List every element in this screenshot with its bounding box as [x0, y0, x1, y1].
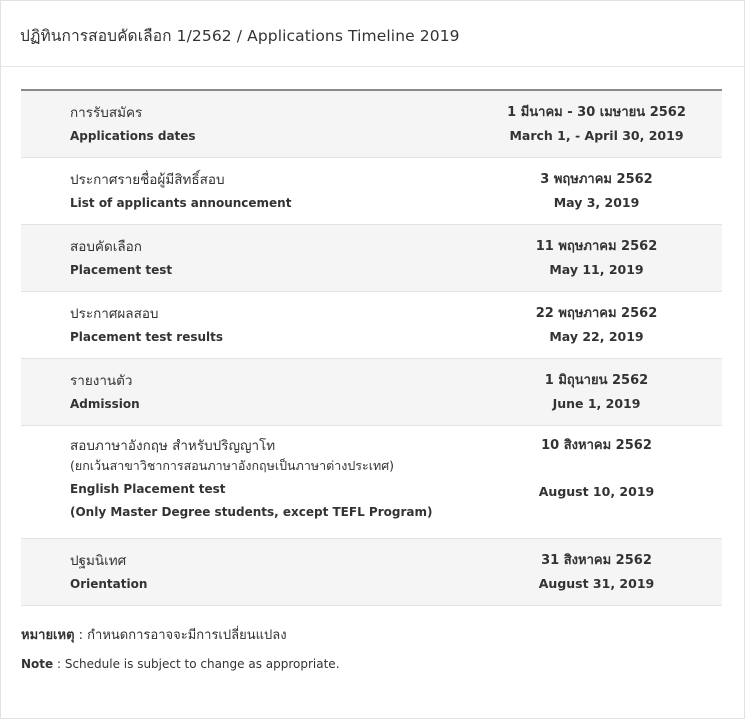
- date-en: May 22, 2019: [549, 329, 644, 344]
- timeline-table: การรับสมัคร Applications dates 1 มีนาคม …: [21, 89, 722, 606]
- date-th: 31 สิงหาคม 2562: [541, 553, 652, 568]
- note-label-th: หมายเหตุ: [21, 628, 75, 643]
- date-th: 10 สิงหาคม 2562: [541, 438, 652, 453]
- event-label-en: Orientation: [70, 577, 148, 591]
- date-th: 1 มีนาคม - 30 เมษายน 2562: [507, 105, 686, 120]
- notes: หมายเหตุ : กำหนดการอาจจะมีการเปลี่ยนแปลง…: [21, 627, 340, 673]
- event-note-en: (Only Master Degree students, except TEF…: [70, 505, 433, 519]
- event-cell: สอบคัดเลือก Placement test: [21, 237, 451, 280]
- timeline-row-orientation: ปฐมนิเทศ Orientation 31 สิงหาคม 2562 Aug…: [21, 539, 722, 606]
- note-english: Note : Schedule is subject to change as …: [21, 655, 340, 673]
- event-label-th: สอบคัดเลือก: [70, 239, 142, 255]
- note-text-en: : Schedule is subject to change as appro…: [53, 657, 340, 671]
- timeline-panel: ปฏิทินการสอบคัดเลือก 1/2562 / Applicatio…: [0, 0, 745, 719]
- date-cell: 11 พฤษภาคม 2562 May 11, 2019: [451, 237, 722, 280]
- event-cell: ประกาศผลสอบ Placement test results: [21, 304, 451, 347]
- event-label-th: ประกาศรายชื่อผู้มีสิทธิ์สอบ: [70, 172, 225, 188]
- date-en: May 11, 2019: [549, 262, 644, 277]
- date-en: May 3, 2019: [553, 195, 640, 210]
- timeline-row-admission: รายงานตัว Admission 1 มิถุนายน 2562 June…: [21, 359, 722, 426]
- date-th: 22 พฤษภาคม 2562: [535, 306, 658, 321]
- event-label-en: English Placement test: [70, 482, 226, 496]
- event-label-th: สอบภาษาอังกฤษ สำหรับปริญญาโท: [70, 438, 276, 454]
- event-label-th: รายงานตัว: [70, 373, 133, 389]
- note-text-th: : กำหนดการอาจจะมีการเปลี่ยนแปลง: [74, 628, 287, 643]
- timeline-row-applications: การรับสมัคร Applications dates 1 มีนาคม …: [21, 91, 722, 158]
- date-cell: 3 พฤษภาคม 2562 May 3, 2019: [451, 170, 722, 213]
- date-en: June 1, 2019: [552, 396, 641, 411]
- date-cell: 10 สิงหาคม 2562 August 10, 2019: [451, 436, 722, 502]
- date-en: August 10, 2019: [538, 484, 655, 499]
- event-label-th: ปฐมนิเทศ: [70, 553, 127, 569]
- event-cell: รายงานตัว Admission: [21, 371, 451, 414]
- date-cell: 31 สิงหาคม 2562 August 31, 2019: [451, 551, 722, 594]
- event-label-en: List of applicants announcement: [70, 196, 292, 210]
- event-cell: ประกาศรายชื่อผู้มีสิทธิ์สอบ List of appl…: [21, 170, 451, 213]
- panel-header: ปฏิทินการสอบคัดเลือก 1/2562 / Applicatio…: [1, 1, 744, 67]
- event-label-th: ประกาศผลสอบ: [70, 306, 159, 322]
- event-label-th: การรับสมัคร: [70, 105, 143, 121]
- timeline-row-applicants-list: ประกาศรายชื่อผู้มีสิทธิ์สอบ List of appl…: [21, 158, 722, 225]
- event-label-en: Admission: [70, 397, 140, 411]
- event-label-en: Placement test: [70, 263, 173, 277]
- date-en: March 1, - April 30, 2019: [509, 128, 684, 143]
- timeline-row-placement-test: สอบคัดเลือก Placement test 11 พฤษภาคม 25…: [21, 225, 722, 292]
- event-cell: การรับสมัคร Applications dates: [21, 103, 451, 146]
- event-cell: สอบภาษาอังกฤษ สำหรับปริญญาโท (ยกเว้นสาขา…: [21, 436, 451, 522]
- date-th: 11 พฤษภาคม 2562: [535, 239, 658, 254]
- timeline-row-test-results: ประกาศผลสอบ Placement test results 22 พฤ…: [21, 292, 722, 359]
- timeline-row-english-test: สอบภาษาอังกฤษ สำหรับปริญญาโท (ยกเว้นสาขา…: [21, 426, 722, 539]
- page-title: ปฏิทินการสอบคัดเลือก 1/2562 / Applicatio…: [20, 27, 460, 45]
- note-label-en: Note: [21, 657, 54, 671]
- event-note-th: (ยกเว้นสาขาวิชาการสอนภาษาอังกฤษเป็นภาษาต…: [70, 458, 395, 473]
- date-th: 1 มิถุนายน 2562: [544, 373, 649, 388]
- event-label-en: Placement test results: [70, 330, 224, 344]
- date-cell: 22 พฤษภาคม 2562 May 22, 2019: [451, 304, 722, 347]
- date-th: 3 พฤษภาคม 2562: [540, 172, 653, 187]
- event-cell: ปฐมนิเทศ Orientation: [21, 551, 451, 594]
- note-thai: หมายเหตุ : กำหนดการอาจจะมีการเปลี่ยนแปลง: [21, 627, 340, 645]
- date-en: August 31, 2019: [538, 576, 655, 591]
- date-cell: 1 มิถุนายน 2562 June 1, 2019: [451, 371, 722, 414]
- date-cell: 1 มีนาคม - 30 เมษายน 2562 March 1, - Apr…: [451, 103, 722, 146]
- event-label-en: Applications dates: [70, 129, 196, 143]
